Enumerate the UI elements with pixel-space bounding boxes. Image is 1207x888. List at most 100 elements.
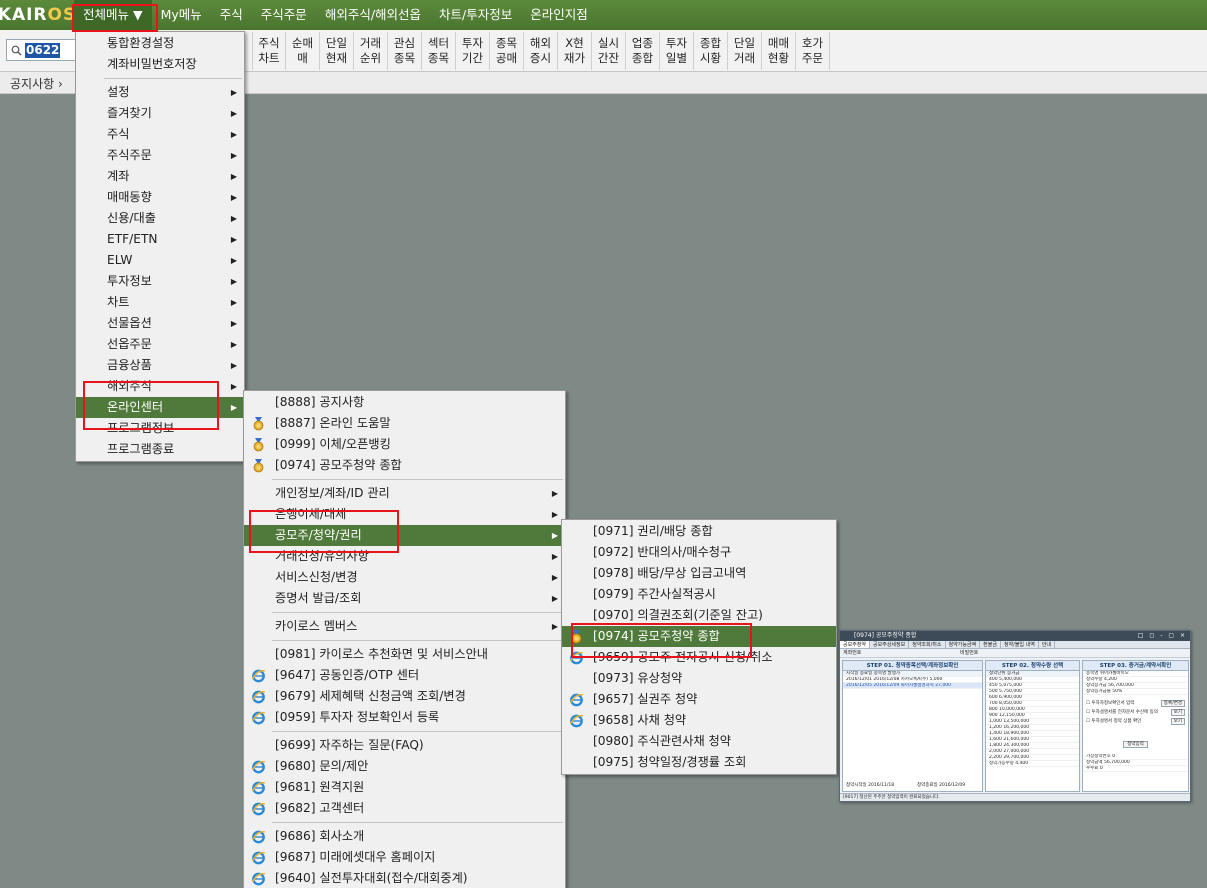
menu-9681-remote[interactable]: [9681] 원격지원 (244, 777, 565, 798)
step2-row[interactable]: 청약가능수량 4,400 (986, 761, 1079, 767)
menu-8887-help[interactable]: [8887] 온라인 도움말 (244, 413, 565, 434)
menu-save-password[interactable]: 계좌비밀번호저장 (76, 54, 244, 75)
menubar-online-branch[interactable]: 온라인지점 (521, 0, 597, 30)
menu-0971-rights[interactable]: [0971] 권리/배당 종합 (562, 521, 836, 542)
menu-0999-transfer[interactable]: [0999] 이체/오픈뱅킹 (244, 434, 565, 455)
medal-icon (253, 459, 264, 473)
highlight-all-menu (72, 4, 158, 32)
menu-item-label: 주식 (107, 127, 130, 141)
menu-item-label: [0959] 투자자 정보확인서 등록 (275, 710, 440, 724)
quick-button[interactable]: 호가 주문 (796, 32, 830, 70)
step3-check-row[interactable]: ☐ 투자설명서 청약 상품 확인 보기 (1083, 717, 1188, 726)
menu-etf-etn[interactable]: ETF/ETN ▶ (76, 229, 244, 250)
menu-0973-rights-offering[interactable]: [0973] 유상청약 (562, 668, 836, 689)
menu-0974-ipo[interactable]: [0974] 공모주청약 종합 (244, 455, 565, 476)
account-label: 계좌번호 (843, 650, 862, 656)
tab-notice[interactable]: 공지사항 › (10, 75, 63, 92)
step1-row[interactable]: 2016/12/05 2016/12/09 화이자셀생명과학 27,000 (843, 683, 982, 689)
menu-program-exit[interactable]: 프로그램종료 (76, 439, 244, 460)
quick-button-line1: 거래 (359, 36, 382, 50)
menu-service-apply[interactable]: 서비스신청/변경 ▶ (244, 567, 565, 588)
menu-9657-forfeited[interactable]: [9657] 실권주 청약 (562, 689, 836, 710)
quick-button[interactable]: 투자 일별 (660, 32, 694, 70)
menu-favorites[interactable]: 즐겨찾기 ▶ (76, 103, 244, 124)
menu-chart[interactable]: 차트 ▶ (76, 292, 244, 313)
quick-button[interactable]: 해외 증시 (524, 32, 558, 70)
menu-0980-equity-bond[interactable]: [0980] 주식관련사채 청약 (562, 731, 836, 752)
preview-tab[interactable]: 안내 (1039, 641, 1056, 648)
preview-tab[interactable]: 청약가능금액 (946, 641, 981, 648)
menu-invest-info[interactable]: 투자정보 ▶ (76, 271, 244, 292)
menu-fo-order[interactable]: 선옵주문 ▶ (76, 334, 244, 355)
quick-button[interactable]: 관심 종목 (388, 32, 422, 70)
menu-9682-customer[interactable]: [9682] 고객센터 (244, 798, 565, 819)
menu-kairos-members[interactable]: 카이로스 멤버스 ▶ (244, 616, 565, 637)
menu-0981-recommend[interactable]: [0981] 카이로스 추천화면 및 서비스안내 (244, 644, 565, 665)
step1-end: 청약종료일 2016/12/09 (917, 783, 966, 788)
menu-integrated-settings[interactable]: 통합환경설정 (76, 33, 244, 54)
menu-credit-loan[interactable]: 신용/대출 ▶ (76, 208, 244, 229)
menu-certificate[interactable]: 증명서 발급/조회 ▶ (244, 588, 565, 609)
quick-button[interactable]: 업종 종합 (626, 32, 660, 70)
menu-9680-inquiry[interactable]: [9680] 문의/제안 (244, 756, 565, 777)
quick-button[interactable]: 단일 거래 (728, 32, 762, 70)
quick-button-line2: 시황 (699, 51, 722, 65)
quick-button[interactable]: 매매 현황 (762, 32, 796, 70)
step3-check-row[interactable]: ☐ 투자설명서를 전자문서 수신에 동의 보기 (1083, 708, 1188, 717)
quick-button[interactable]: 주식 차트 (252, 32, 286, 70)
quick-button[interactable]: 단일 현재 (320, 32, 354, 70)
menu-9679-tax[interactable]: [9679] 세제혜택 신청금액 조회/변경 (244, 686, 565, 707)
ipo-subscription-preview-window[interactable]: [0974] 공모주청약 종합 □ ◻ - ▢ × 공모주청약 공모주상세정보 청약… (839, 630, 1191, 802)
check-action-button[interactable]: 보기 (1170, 709, 1185, 716)
menu-8888-notice[interactable]: [8888] 공지사항 (244, 392, 565, 413)
menu-account[interactable]: 계좌 ▶ (76, 166, 244, 187)
preview-tab[interactable]: 청약조회/취소 (909, 641, 946, 648)
menu-9687-homepage[interactable]: [9687] 미래에셋대우 홈페이지 (244, 847, 565, 868)
quick-button-line2: 종목 (393, 51, 416, 65)
menu-0972-objection[interactable]: [0972] 반대의사/매수청구 (562, 542, 836, 563)
menu-9647-cert[interactable]: [9647] 공동인증/OTP 센터 (244, 665, 565, 686)
menu-futures-options[interactable]: 선물옵션 ▶ (76, 313, 244, 334)
menu-9686-company[interactable]: [9686] 회사소개 (244, 826, 565, 847)
menu-financial-products[interactable]: 금융상품 ▶ (76, 355, 244, 376)
quick-button[interactable]: 종목 공매 (490, 32, 524, 70)
quick-button[interactable]: 순매 매 (286, 32, 320, 70)
menubar-stock-order[interactable]: 주식주문 (252, 0, 316, 30)
submenu-arrow-icon: ▶ (230, 403, 237, 412)
menubar-my-menu[interactable]: My메뉴 (152, 0, 211, 30)
submit-subscription-button[interactable]: 청약입력 (1123, 741, 1148, 748)
preview-tab[interactable]: 공모주상세정보 (870, 641, 910, 648)
quick-button[interactable]: 거래 순위 (354, 32, 388, 70)
menu-0975-schedule[interactable]: [0975] 청약일정/경쟁률 조회 (562, 752, 836, 773)
window-controls[interactable]: □ ◻ - ▢ × (1138, 631, 1187, 641)
menu-9640-contest[interactable]: [9640] 실전투자대회(접수/대회중계) (244, 868, 565, 888)
preview-tab[interactable]: 청약/불입 내역 (1001, 641, 1039, 648)
menu-9658-bond[interactable]: [9658] 사채 청약 (562, 710, 836, 731)
menubar-chart-info[interactable]: 차트/투자정보 (430, 0, 521, 30)
menubar-stock[interactable]: 주식 (211, 0, 252, 30)
check-action-button[interactable]: 보기 (1170, 718, 1185, 725)
menu-stock[interactable]: 주식 ▶ (76, 124, 244, 145)
menu-0959-investor[interactable]: [0959] 투자자 정보확인서 등록 (244, 707, 565, 728)
menu-personal-info[interactable]: 개인정보/계좌/ID 관리 ▶ (244, 483, 565, 504)
check-action-button[interactable]: 등록/변경 (1160, 700, 1185, 707)
menu-elw[interactable]: ELW ▶ (76, 250, 244, 271)
quick-button[interactable]: 투자 기간 (456, 32, 490, 70)
quick-button[interactable]: 종합 시황 (694, 32, 728, 70)
menu-trade-trend[interactable]: 매매동향 ▶ (76, 187, 244, 208)
quick-button[interactable]: 실시 간잔 (592, 32, 626, 70)
check-label: 투자설명서 청약 상품 확인 (1091, 719, 1142, 724)
menu-9699-faq[interactable]: [9699] 자주하는 질문(FAQ) (244, 735, 565, 756)
menubar-overseas[interactable]: 해외주식/해외선옵 (316, 0, 430, 30)
quick-button-line1: 종합 (699, 36, 722, 50)
step3-check-row[interactable]: ☐ 투자자정보확인서 입력 등록/변경 (1083, 699, 1188, 708)
preview-tab[interactable]: 공모주청약 (840, 641, 871, 648)
preview-tab[interactable]: 환불금 (980, 641, 1001, 648)
menu-settings[interactable]: 설정 ▶ (76, 82, 244, 103)
menu-0979-underwriter[interactable]: [0979] 주간사실적공시 (562, 584, 836, 605)
menu-0978-dividend[interactable]: [0978] 배당/무상 입금고내역 (562, 563, 836, 584)
quick-button[interactable]: 섹터 종목 (422, 32, 456, 70)
quick-button[interactable]: X현 재가 (558, 32, 592, 70)
submenu-arrow-icon: ▶ (230, 298, 237, 307)
menu-stock-order[interactable]: 주식주문 ▶ (76, 145, 244, 166)
